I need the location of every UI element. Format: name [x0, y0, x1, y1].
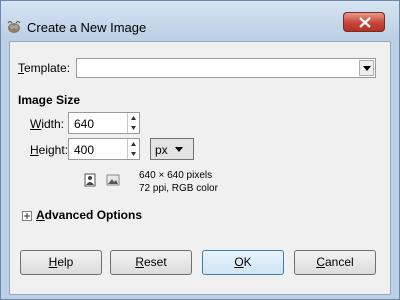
- title-bar[interactable]: Create a New Image: [1, 1, 399, 37]
- dialog-content: Template: Image Size Width: 640 Height: …: [9, 41, 391, 295]
- ok-button[interactable]: OK: [202, 250, 284, 275]
- spin-down-icon[interactable]: [128, 149, 139, 159]
- image-size-heading: Image Size: [18, 93, 81, 107]
- spin-up-icon[interactable]: [128, 113, 139, 123]
- chevron-down-icon: [175, 147, 183, 152]
- chevron-down-icon: [363, 66, 371, 71]
- portrait-orientation-icon[interactable]: [84, 173, 96, 187]
- help-button[interactable]: Help: [20, 250, 102, 275]
- close-icon: [359, 17, 371, 28]
- resolution-color-info: 72 ppi, RGB color: [139, 183, 218, 194]
- unit-dropdown[interactable]: px: [150, 138, 194, 160]
- window-title: Create a New Image: [27, 20, 147, 35]
- height-spin-buttons: [127, 139, 139, 159]
- close-button[interactable]: [343, 12, 385, 32]
- height-value: 400: [74, 143, 95, 157]
- spin-down-icon[interactable]: [128, 123, 139, 133]
- gimp-app-icon: [7, 21, 21, 33]
- reset-button[interactable]: Reset: [110, 250, 192, 275]
- image-dimensions-info: 640 × 640 pixels: [139, 170, 213, 181]
- spin-up-icon[interactable]: [128, 139, 139, 149]
- template-dropdown-button[interactable]: [359, 60, 374, 76]
- width-value: 640: [74, 117, 95, 131]
- width-spin-buttons: [127, 113, 139, 133]
- width-spinbox[interactable]: 640: [68, 112, 140, 134]
- landscape-orientation-icon[interactable]: [106, 174, 120, 186]
- height-spinbox[interactable]: 400: [68, 138, 140, 160]
- template-combo[interactable]: [76, 58, 376, 78]
- height-label: Height:: [30, 143, 69, 157]
- unit-value: px: [155, 143, 168, 157]
- plus-expander-icon[interactable]: [22, 211, 32, 221]
- dialog-window: Create a New Image Template: Image Size …: [0, 0, 400, 300]
- template-label: Template:: [18, 61, 71, 75]
- advanced-options-expander[interactable]: Advanced Options: [36, 208, 142, 222]
- cancel-button[interactable]: Cancel: [294, 250, 376, 275]
- width-label: Width:: [30, 117, 65, 131]
